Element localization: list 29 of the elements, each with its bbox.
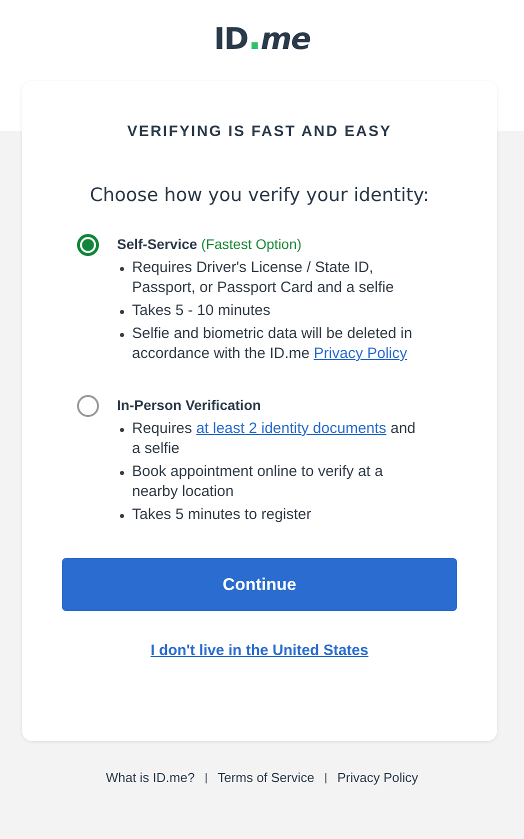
- bullet-text: Requires Driver's License / State ID, Passport, or Passport Card and a selfie: [132, 258, 395, 298]
- card-heading: VERIFYING IS FAST AND EASY: [126, 123, 393, 140]
- bullet-text: Takes 5 minutes to register: [132, 505, 312, 525]
- option-note: (Fastest Option): [201, 236, 302, 252]
- bullet-text: Selfie and biometric data will be deleted in accordance with the ID.me Privacy Policy: [132, 324, 414, 364]
- bullet-icon: [120, 471, 124, 475]
- bullet-text: Book appointment online to verify at a nearby location: [132, 462, 384, 502]
- radio-button[interactable]: [77, 395, 99, 417]
- footer-link[interactable]: Terms of Service: [218, 770, 314, 785]
- bullet-icon: [120, 428, 124, 432]
- separator: |: [324, 772, 328, 784]
- continue-button[interactable]: Continue: [62, 558, 457, 611]
- text-link[interactable]: Privacy Policy: [314, 345, 408, 362]
- footer-link[interactable]: Privacy Policy: [337, 770, 418, 785]
- question-heading: Choose how you verify your identity:: [88, 185, 430, 206]
- bullet-icon: [120, 267, 124, 271]
- bullet-icon: [120, 333, 124, 337]
- footer-link[interactable]: What is ID.me?: [106, 770, 195, 785]
- radio-button[interactable]: [77, 234, 99, 256]
- option-label: In-Person Verification: [117, 397, 261, 413]
- text-link[interactable]: at least 2 identity documents: [196, 420, 386, 437]
- bullet-text: Requires at least 2 identity documents and a selfie: [132, 419, 417, 459]
- logo: ID.me: [214, 18, 310, 60]
- separator: |: [204, 772, 208, 784]
- bullet-text: Takes 5 - 10 minutes: [132, 301, 270, 321]
- text-link[interactable]: I don't live in the United States: [150, 642, 368, 659]
- bullet-icon: [120, 514, 124, 518]
- option-label: Self-Service: [117, 236, 198, 252]
- bullet-icon: [120, 310, 124, 314]
